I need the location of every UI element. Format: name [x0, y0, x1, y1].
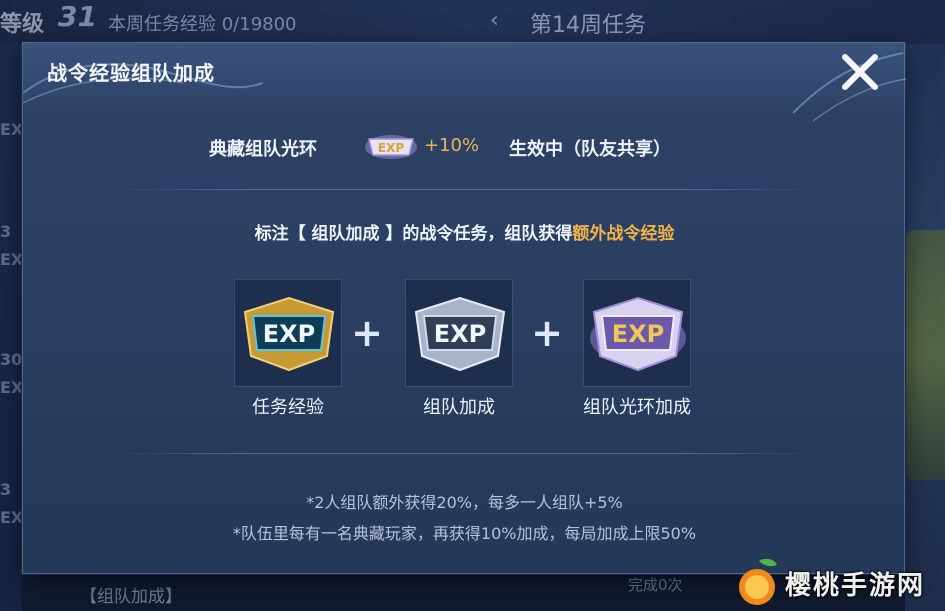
team-bonus-label: 组队加成 [423, 397, 495, 418]
close-button[interactable] [835, 47, 885, 97]
weekly-exp-text: 本周任务经验 0/19800 [108, 14, 297, 35]
svg-text:EXP: EXP [378, 141, 404, 155]
task-exp-card: EXP [234, 279, 342, 387]
bottom-done-text: 完成0次 [628, 576, 683, 594]
aura-label: 典藏组队光环 [209, 139, 317, 160]
divider [113, 453, 816, 454]
week-title: 第14周任务 [530, 13, 646, 38]
cherry-logo-icon [739, 558, 777, 605]
watermark-text: 樱桃手游网 [785, 571, 926, 601]
close-icon [842, 54, 878, 90]
chevron-left-icon[interactable]: ‹ [490, 8, 499, 33]
svg-text:EXP: EXP [434, 320, 487, 348]
exp-aura-badge-icon: EXP [365, 135, 417, 159]
plus-sign: + [531, 311, 563, 355]
exp-purple-badge-icon: EXP [590, 296, 686, 372]
bg-left-label: 3 [0, 480, 12, 499]
bg-left-label: 30 [0, 350, 23, 369]
note-line: *2人组队额外获得20%，每多一人组队+5% [306, 493, 623, 512]
bg-left-label: EX [0, 378, 24, 397]
note-line: *队伍里每有一名典藏玩家，再获得10%加成，每局加成上限50% [232, 524, 697, 543]
svg-text:EXP: EXP [263, 320, 316, 348]
bonus-description: 标注【 组队加成 】的战令任务，组队获得额外战令经验 [23, 219, 906, 244]
bg-left-label: EX [0, 250, 24, 269]
aura-bonus-card: EXP [583, 279, 691, 387]
aura-percent: +10% [424, 135, 480, 156]
bg-left-label: EX [0, 508, 24, 527]
team-bonus-dialog: 战令经验组队加成 典藏组队光环 EXP +10% 生效中（队友共享） 标注【 组… [22, 42, 906, 574]
task-exp-label: 任务经验 [252, 397, 324, 418]
exp-silver-badge-icon: EXP [414, 296, 506, 372]
team-bonus-card: EXP [405, 279, 513, 387]
bg-left-label: 3 [0, 222, 12, 241]
background-character [905, 230, 945, 480]
level-label: 等级 [0, 12, 45, 37]
aura-status: 生效中（队友共享） [509, 139, 671, 160]
description-highlight: 额外战令经验 [572, 224, 675, 244]
bottom-task-text: 【组队加成】 [80, 587, 182, 607]
svg-text:EXP: EXP [612, 320, 665, 348]
bg-left-label: EX [0, 120, 24, 139]
level-value: 31 [58, 0, 97, 33]
aura-bonus-label: 组队光环加成 [583, 397, 691, 418]
plus-sign: + [351, 311, 383, 355]
watermark: 樱桃手游网 [735, 555, 945, 611]
description-text: 标注【 组队加成 】的战令任务，组队获得 [254, 224, 573, 244]
divider [113, 189, 816, 190]
exp-gold-badge-icon: EXP [243, 296, 335, 372]
aura-row: 典藏组队光环 EXP +10% 生效中（队友共享） [23, 125, 906, 165]
dialog-title: 战令经验组队加成 [47, 61, 215, 85]
